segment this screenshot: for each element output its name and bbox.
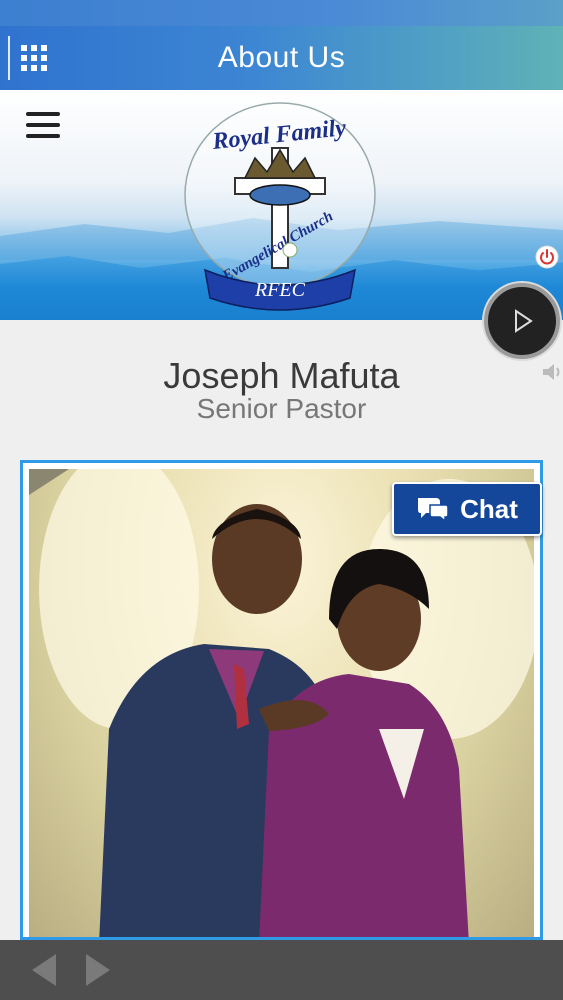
play-icon [515, 309, 533, 333]
logo-abbr: RFEC [254, 279, 306, 301]
apps-grid-icon [21, 45, 47, 71]
chat-button[interactable]: Chat [392, 482, 542, 536]
power-icon[interactable] [535, 245, 559, 269]
header-banner: Royal Family Evangelical Church RFEC [0, 90, 563, 320]
chat-bubbles-icon [418, 498, 449, 523]
arrow-left-icon[interactable] [26, 950, 62, 990]
hamburger-menu-icon[interactable] [26, 112, 60, 142]
apps-grid-button[interactable] [8, 36, 50, 80]
chat-label: Chat [460, 493, 518, 524]
page-title: About Us [217, 41, 346, 74]
audio-play-button[interactable] [484, 283, 560, 359]
arrow-right-icon[interactable] [80, 950, 116, 990]
photo-corner-tab [29, 469, 69, 495]
status-bar [0, 0, 563, 26]
pastor-name: Joseph Mafuta [163, 355, 400, 396]
pastor-role: Senior Pastor [196, 393, 367, 424]
pastor-couple-photo [39, 469, 534, 937]
church-logo: Royal Family Evangelical Church RFEC [184, 102, 376, 311]
title-bar: About Us [0, 26, 563, 90]
pastor-photo [29, 469, 534, 937]
bottom-navigation-bar [0, 940, 563, 1000]
